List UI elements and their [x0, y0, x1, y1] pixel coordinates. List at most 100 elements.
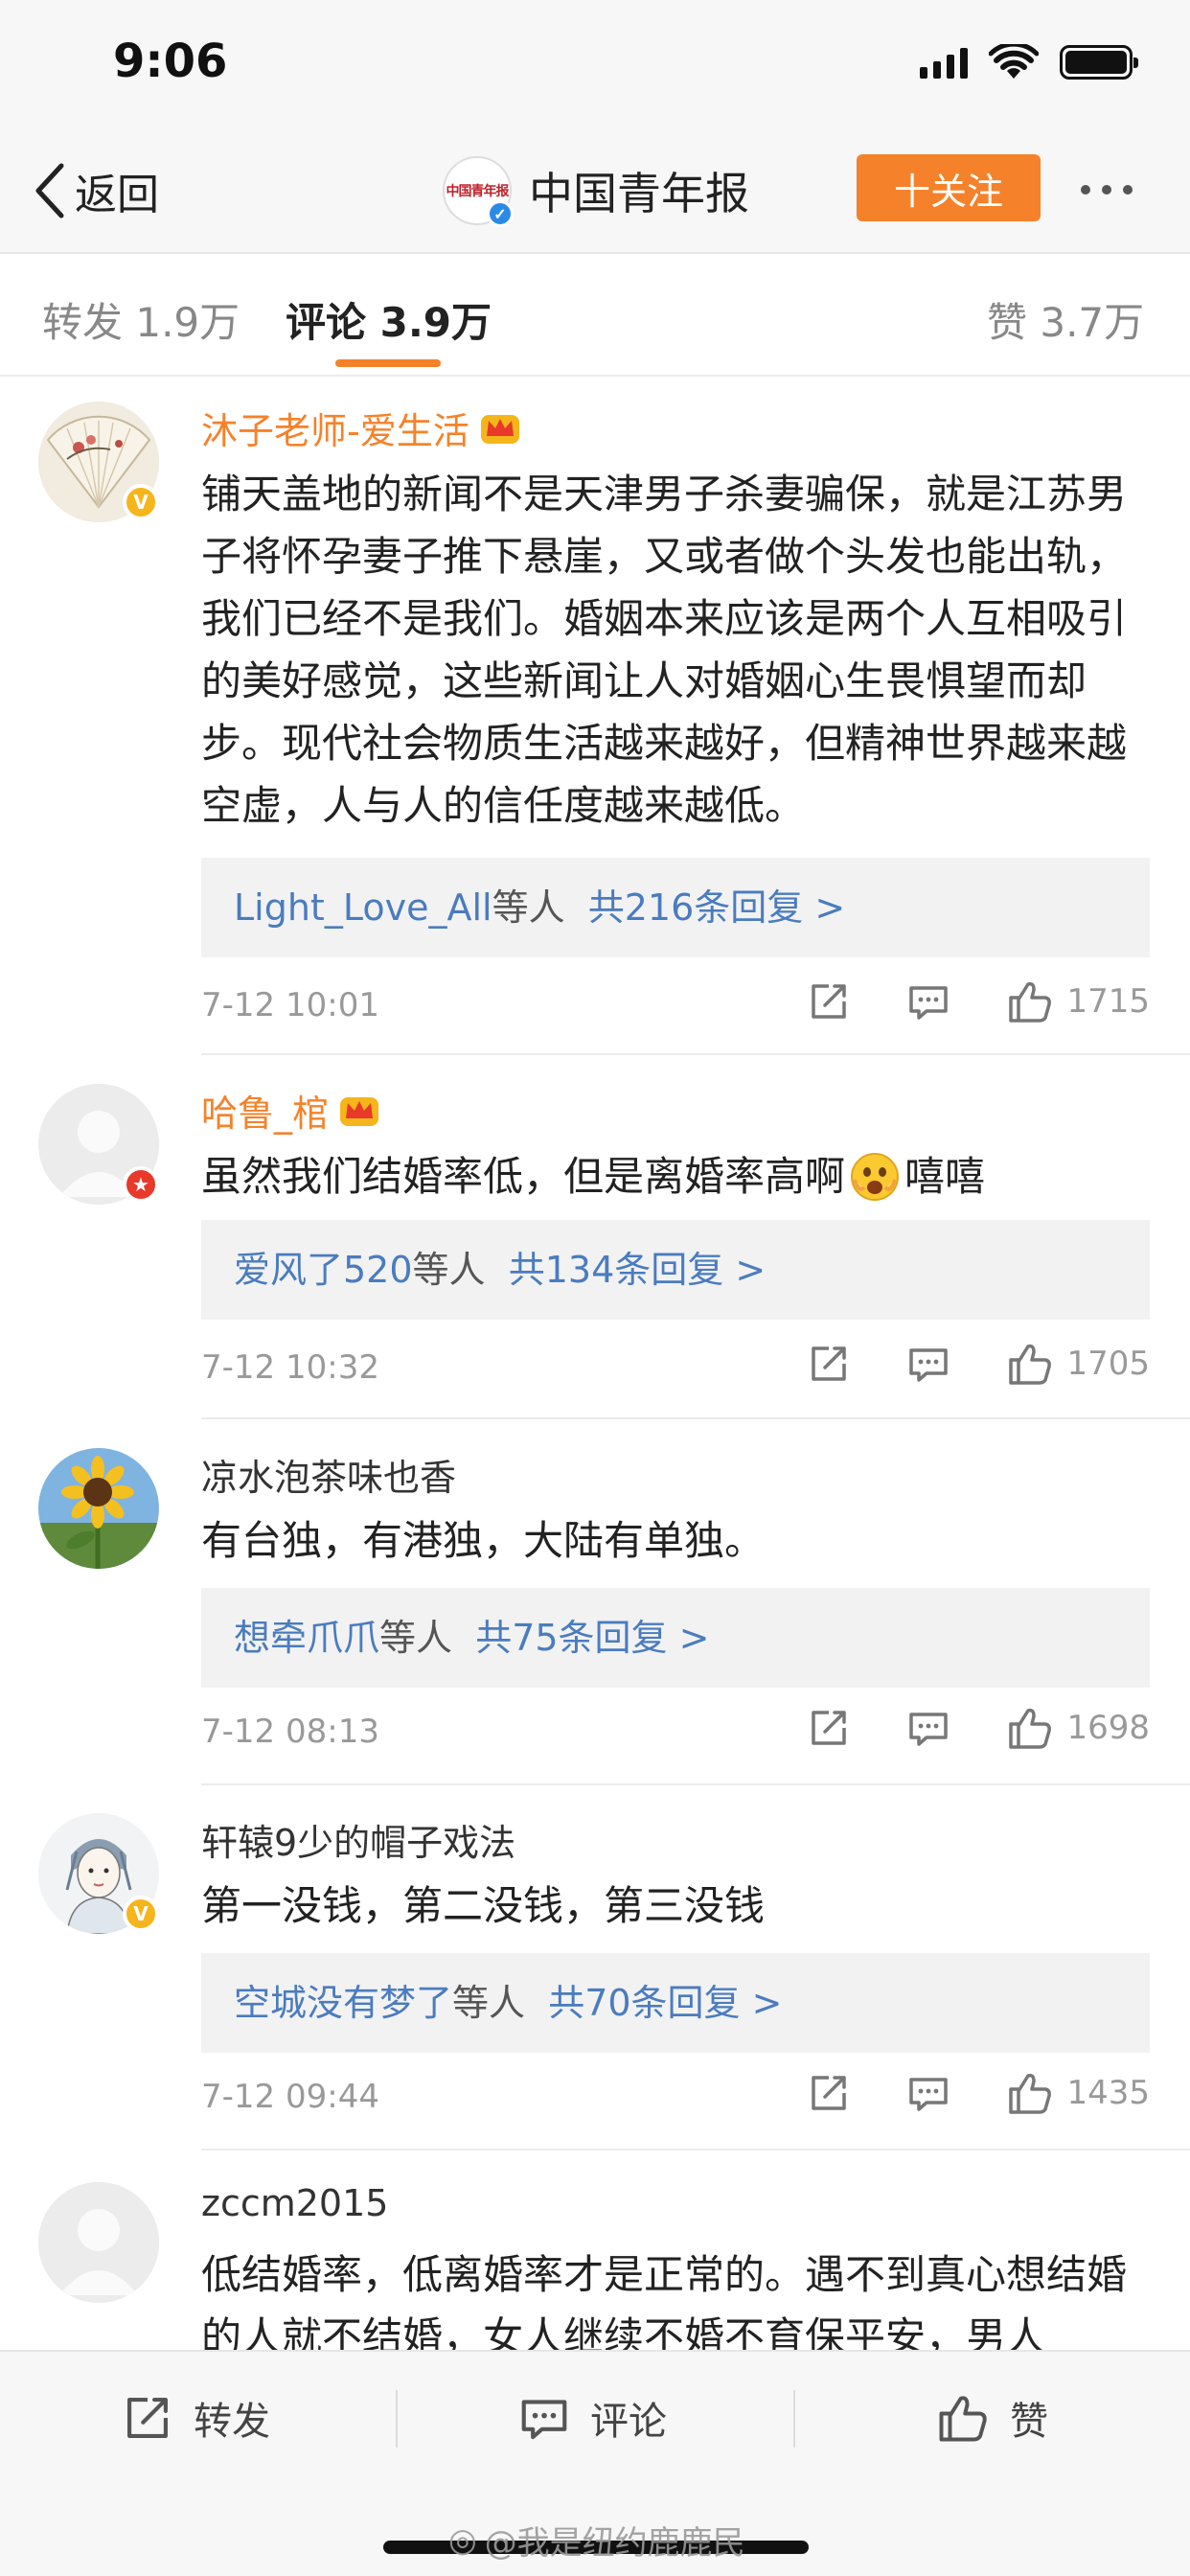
comment-actions: 1435	[808, 2070, 1150, 2116]
reply-users[interactable]: 想牵爪爪	[234, 1617, 379, 1659]
tab-bar: 转发 1.9万 评论 3.9万 赞 3.7万	[0, 254, 1190, 377]
cellular-signal-icon	[920, 46, 968, 79]
repost-icon[interactable]	[808, 980, 850, 1023]
bottom-action-bar: 转发 评论 赞 ◎ @我是纽约鹿鹿民	[0, 2350, 1190, 2576]
dot-icon	[1081, 185, 1090, 195]
avatar[interactable]	[38, 1448, 159, 1569]
vip-crown-icon	[338, 1092, 380, 1130]
comment-button[interactable]: 评论	[519, 2390, 667, 2446]
like-count: 1705	[1066, 1345, 1150, 1383]
like-label: 赞	[1010, 2400, 1048, 2444]
weibo-logo-icon: ◎	[448, 2520, 477, 2560]
reply-summary[interactable]: 爱风了520等人 共134条回复 >	[201, 1220, 1150, 1320]
divider	[793, 2390, 795, 2448]
like-button[interactable]: 赞	[937, 2390, 1048, 2446]
repost-icon[interactable]	[808, 1707, 850, 1749]
comment-text: 铺天盖地的新闻不是天津男子杀妻骗保，就是江苏男子将怀孕妻子推下悬崖，又或者做个头…	[201, 471, 1128, 829]
watermark-text: @我是纽约鹿鹿民	[484, 2524, 745, 2563]
comment-author[interactable]: 轩辕9少的帽子戏法	[201, 1813, 515, 1866]
dot-icon	[1102, 185, 1111, 195]
comment-meta: 7-12 10:32 1705	[201, 1341, 1150, 1398]
reply-users[interactable]: Light_Love_All	[234, 886, 492, 929]
comment-text: 虽然我们结婚率低，但是离婚率高啊 嘻嘻	[201, 1145, 1150, 1208]
status-icons	[920, 44, 1138, 80]
comment-time: 7-12 08:13	[201, 1713, 379, 1751]
status-bar: 9:06	[0, 0, 1190, 129]
reply-summary[interactable]: Light_Love_All等人 共216条回复 >	[201, 858, 1150, 957]
comment-actions: 1705	[808, 1341, 1150, 1387]
tab-repost[interactable]: 转发 1.9万	[42, 290, 240, 349]
like-count: 1698	[1066, 1709, 1150, 1747]
comment-meta: 7-12 10:01 1715	[201, 978, 1150, 1036]
tab-likes[interactable]: 赞 3.7万	[987, 290, 1144, 349]
status-time: 9:06	[113, 34, 228, 88]
account-name: 中国青年报	[529, 168, 749, 219]
comment-item: zccm2015 低结婚率，低离婚率才是正常的。遇不到真心想结婚的人就不结婚，女…	[0, 2150, 1190, 2350]
like-count: 1435	[1066, 2074, 1150, 2112]
comment-time: 7-12 10:01	[201, 986, 379, 1024]
more-options-button[interactable]	[1081, 185, 1133, 195]
battery-icon	[1060, 45, 1138, 80]
like-button[interactable]: 1705	[1007, 1341, 1150, 1387]
reply-users[interactable]: 爱风了520	[234, 1249, 413, 1291]
reply-summary[interactable]: 想牵爪爪等人 共75条回复 >	[201, 1588, 1150, 1688]
reply-suffix: 等人	[492, 886, 565, 929]
thumbs-up-icon	[1009, 2073, 1052, 2114]
comment-time: 7-12 09:44	[201, 2078, 379, 2116]
reply-suffix: 等人	[452, 1982, 526, 2024]
active-tab-indicator	[335, 359, 441, 367]
comment-meta: 7-12 09:44 1435	[201, 2070, 1150, 2128]
tab-comments[interactable]: 评论 3.9万	[286, 290, 492, 349]
reply-summary[interactable]: 空城没有梦了等人 共70条回复 >	[201, 1953, 1150, 2053]
reply-suffix: 等人	[412, 1249, 486, 1291]
comment-actions: 1715	[808, 978, 1150, 1024]
thumbs-up-icon	[1009, 1344, 1052, 1385]
divider	[201, 1417, 1190, 1419]
repost-icon[interactable]	[808, 2072, 850, 2114]
nav-bar: 返回 中国青年报 ✓ 中国青年报 十关注	[0, 129, 1190, 254]
reply-total[interactable]: 共134条回复 >	[509, 1249, 766, 1291]
reply-total[interactable]: 共70条回复 >	[548, 1982, 782, 2024]
comment-author[interactable]: 哈鲁_棺	[201, 1084, 380, 1137]
comment-icon[interactable]	[907, 980, 950, 1023]
wifi-icon	[989, 44, 1039, 79]
comment-label: 评论	[590, 2400, 667, 2444]
chevron-left-icon	[35, 163, 64, 218]
verified-blue-badge-icon: ✓	[487, 200, 514, 227]
back-button[interactable]: 返回	[33, 160, 159, 221]
repost-icon[interactable]	[808, 1343, 850, 1385]
divider	[396, 2390, 398, 2448]
reply-suffix: 等人	[379, 1617, 453, 1659]
comment-icon[interactable]	[907, 1707, 950, 1749]
comment-author[interactable]: 凉水泡茶味也香	[201, 1448, 456, 1501]
comment-text: 有台独，有港独，大陆有单独。	[201, 1517, 766, 1564]
account-header[interactable]: 中国青年报 ✓ 中国青年报	[443, 156, 749, 227]
divider	[201, 1053, 1190, 1055]
reply-total[interactable]: 共75条回复 >	[475, 1617, 709, 1659]
verified-red-badge-icon: ★	[123, 1166, 159, 1203]
repost-button[interactable]: 转发	[123, 2390, 270, 2446]
avatar[interactable]	[38, 2182, 159, 2303]
reply-total[interactable]: 共216条回复 >	[588, 886, 845, 929]
follow-button[interactable]: 十关注	[857, 154, 1041, 221]
reply-users[interactable]: 空城没有梦了	[234, 1982, 452, 2024]
laughing-face-emoji-icon	[849, 1151, 901, 1203]
comment-author[interactable]: 沐子老师-爱生活	[201, 402, 521, 454]
verified-yellow-badge-icon: V	[123, 484, 159, 520]
repost-label: 转发	[194, 2400, 270, 2444]
account-logo: 中国青年报	[446, 184, 510, 199]
like-button[interactable]: 1715	[1007, 978, 1150, 1024]
comment-icon[interactable]	[907, 2072, 950, 2114]
like-button[interactable]: 1698	[1007, 1705, 1150, 1751]
comment-actions: 1698	[808, 1705, 1150, 1751]
verified-yellow-badge-icon: V	[123, 1896, 159, 1932]
comment-icon[interactable]	[907, 1343, 950, 1385]
sunflower-photo-image	[38, 1448, 159, 1569]
thumbs-up-icon	[1009, 1708, 1052, 1749]
like-button[interactable]: 1435	[1007, 2070, 1150, 2116]
comment-text: 低结婚率，低离婚率才是正常的。遇不到真心想结婚的人就不结婚，女人继续不婚不育保平…	[201, 2251, 1128, 2350]
back-label: 返回	[75, 171, 159, 219]
comment-icon	[521, 2400, 567, 2440]
divider	[201, 1783, 1190, 1785]
comment-author[interactable]: zccm2015	[201, 2182, 388, 2224]
